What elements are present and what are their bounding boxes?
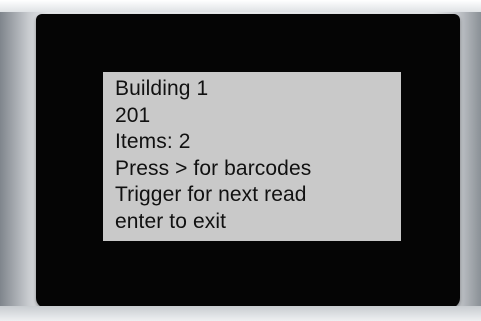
exit-instruction: enter to exit [115, 209, 227, 233]
room-number: 201 [115, 103, 151, 127]
scanner-device-body: Building 1 201 Items: 2 Press > for barc… [0, 0, 481, 321]
device-bottom-edge [0, 306, 481, 321]
barcodes-instruction: Press > for barcodes [115, 156, 312, 180]
items-count: Items: 2 [115, 130, 191, 153]
next-read-instruction: Trigger for next read [115, 183, 307, 206]
device-top-edge [0, 0, 481, 12]
location-label: Building 1 [115, 77, 209, 100]
lcd-screen: Building 1 201 Items: 2 Press > for barc… [103, 72, 401, 241]
